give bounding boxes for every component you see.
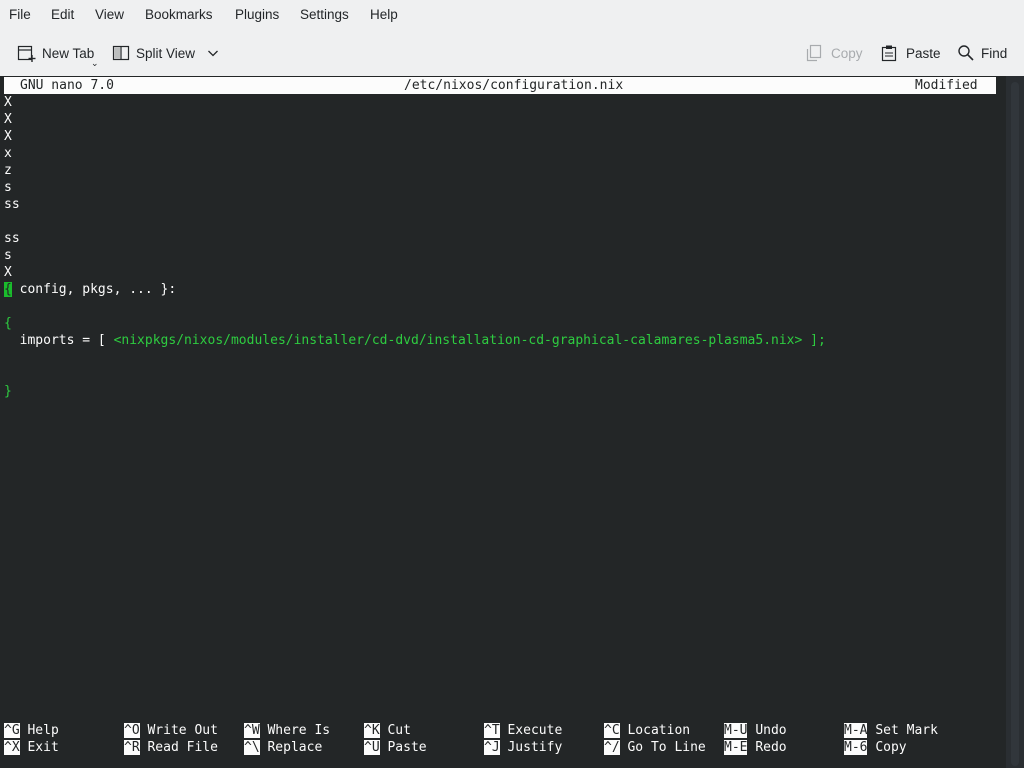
editor-line: } <box>4 384 12 399</box>
editor-line: s <box>4 180 12 195</box>
args-text: config, pkgs, ... }: <box>11 282 177 297</box>
paste-label: Paste <box>906 45 941 61</box>
shortcut-set-mark: M-A Set Mark <box>844 723 938 738</box>
editor-line: ss <box>4 231 20 246</box>
new-tab-label: New Tab <box>42 45 95 61</box>
menu-bookmarks[interactable]: Bookmarks <box>145 7 213 22</box>
scrollbar-thumb[interactable] <box>1011 82 1019 766</box>
editor-line: X <box>4 95 12 110</box>
split-view-button[interactable]: Split View <box>112 43 219 63</box>
shortcut-go-to-line: ^/ Go To Line <box>604 740 706 755</box>
new-tab-button[interactable]: New Tab <box>16 43 94 63</box>
shortcut-execute: ^T Execute <box>484 723 563 738</box>
shortcut-copy: M-6 Copy <box>844 740 907 755</box>
paste-icon <box>880 44 898 62</box>
text-cursor: { <box>4 282 12 297</box>
split-view-label: Split View <box>136 45 196 61</box>
editor-line: X <box>4 265 12 280</box>
menu-edit[interactable]: Edit <box>51 7 74 22</box>
new-tab-dropdown-icon[interactable]: ⌄ <box>91 58 99 69</box>
find-button[interactable]: Find <box>957 43 1007 63</box>
shortcut-help: ^G Help <box>4 723 59 738</box>
shortcut-read-file: ^R Read File <box>124 740 218 755</box>
editor-line: { <box>4 316 12 331</box>
shortcut-paste: ^U Paste <box>364 740 427 755</box>
shortcut-replace: ^\ Replace <box>244 740 323 755</box>
search-icon <box>957 44 975 62</box>
menu-bar: File Edit View Bookmarks Plugins Setting… <box>0 0 1024 30</box>
shortcut-location: ^C Location <box>604 723 691 738</box>
shortcut-justify: ^J Justify <box>484 740 563 755</box>
nano-modified-status: Modified <box>915 78 978 93</box>
shortcut-undo: M-U Undo <box>724 723 787 738</box>
menu-plugins[interactable]: Plugins <box>235 7 279 22</box>
nano-version: GNU nano 7.0 <box>20 78 114 93</box>
editor-line-imports: imports = [ <nixpkgs/nixos/modules/insta… <box>4 332 826 349</box>
menu-file[interactable]: File <box>9 7 31 22</box>
editor-line: X <box>4 112 12 127</box>
shortcut-exit: ^X Exit <box>4 740 59 755</box>
shortcut-cut: ^K Cut <box>364 723 411 738</box>
new-tab-icon <box>16 43 36 63</box>
editor-line: x <box>4 146 12 161</box>
editor-line: z <box>4 163 12 178</box>
paste-button[interactable]: Paste <box>880 43 941 63</box>
nano-title-bar: GNU nano 7.0 /etc/nixos/configuration.ni… <box>4 77 996 94</box>
nano-filename: /etc/nixos/configuration.nix <box>404 78 624 93</box>
menu-help[interactable]: Help <box>370 7 398 22</box>
editor-line-args: { config, pkgs, ... }: <box>4 281 176 298</box>
copy-label: Copy <box>831 45 863 61</box>
toolbar: New Tab ⌄ Split View Copy Paste Find <box>0 30 1024 76</box>
shortcut-write-out: ^O Write Out <box>124 723 218 738</box>
imports-keyword: imports = [ <box>4 333 114 348</box>
imports-path: <nixpkgs/nixos/modules/installer/cd-dvd/… <box>113 333 803 348</box>
find-label: Find <box>981 45 1008 61</box>
menu-view[interactable]: View <box>95 7 124 22</box>
imports-close: ]; <box>802 333 826 348</box>
editor-line: X <box>4 129 12 144</box>
editor-line: ss <box>4 197 20 212</box>
split-view-icon <box>112 44 130 62</box>
shortcut-redo: M-E Redo <box>724 740 787 755</box>
copy-button[interactable]: Copy <box>805 43 863 63</box>
copy-icon <box>805 44 823 62</box>
chevron-down-icon[interactable] <box>207 47 219 59</box>
terminal-view[interactable]: GNU nano 7.0 /etc/nixos/configuration.ni… <box>0 76 1006 768</box>
editor-line: s <box>4 248 12 263</box>
terminal-scrollbar[interactable] <box>1006 76 1024 768</box>
shortcut-where-is: ^W Where Is <box>244 723 331 738</box>
menu-settings[interactable]: Settings <box>300 7 349 22</box>
